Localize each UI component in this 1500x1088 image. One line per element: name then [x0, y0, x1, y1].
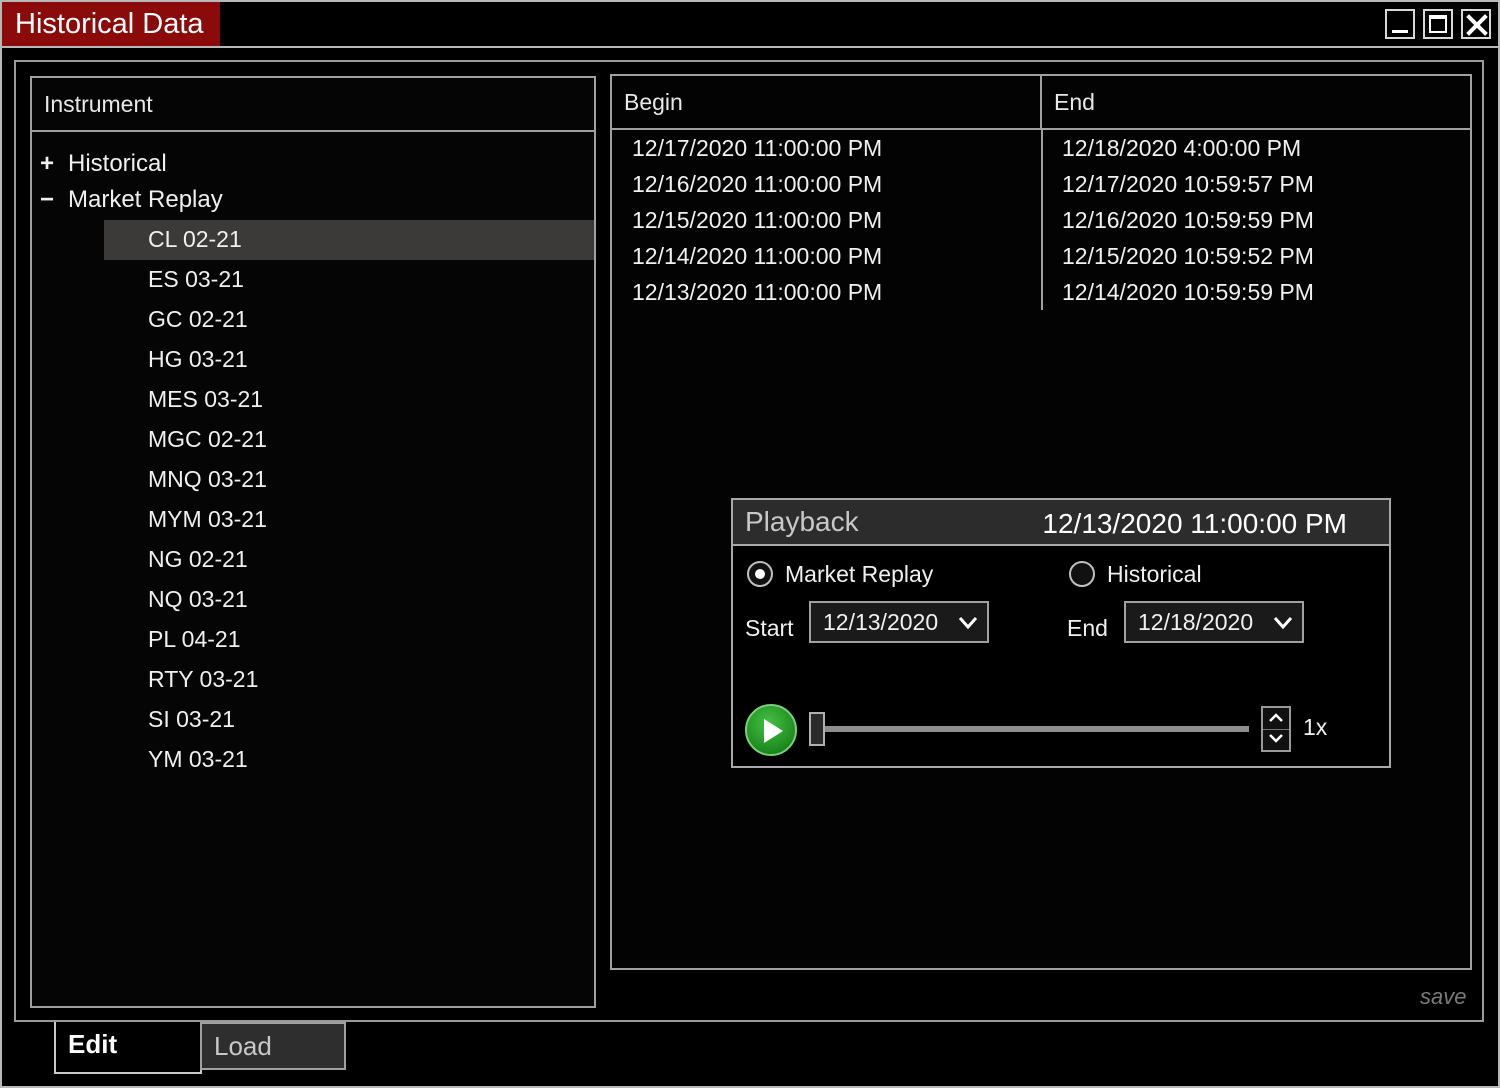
- close-button[interactable]: [1461, 9, 1491, 39]
- historical-label[interactable]: Historical: [1107, 560, 1202, 588]
- instrument-item-pl[interactable]: PL 04-21: [104, 620, 594, 660]
- instrument-item-rty[interactable]: RTY 03-21: [104, 660, 594, 700]
- cell-end: 12/16/2020 10:59:59 PM: [1062, 207, 1314, 233]
- tab-edit[interactable]: Edit: [54, 1022, 202, 1074]
- instrument-item-mnq[interactable]: MNQ 03-21: [104, 460, 594, 500]
- instrument-item-nq[interactable]: NQ 03-21: [104, 580, 594, 620]
- collapse-icon[interactable]: −: [40, 182, 68, 218]
- instrument-item-ym[interactable]: YM 03-21: [104, 740, 594, 780]
- instrument-item-ng[interactable]: NG 02-21: [104, 540, 594, 580]
- expand-icon[interactable]: +: [40, 146, 68, 182]
- start-date-value: 12/13/2020: [823, 609, 939, 635]
- cell-begin: 12/14/2020 11:00:00 PM: [632, 243, 883, 269]
- market-replay-label[interactable]: Market Replay: [785, 560, 933, 588]
- instrument-item-mym[interactable]: MYM 03-21: [104, 500, 594, 540]
- chevron-down-icon: [958, 617, 978, 630]
- tab-load[interactable]: Load: [200, 1022, 346, 1070]
- cell-end: 12/15/2020 10:59:52 PM: [1062, 243, 1314, 269]
- table-row[interactable]: 12/14/2020 11:00:00 PM 12/15/2020 10:59:…: [612, 238, 1470, 274]
- instrument-item-si[interactable]: SI 03-21: [104, 700, 594, 740]
- table-row[interactable]: 12/15/2020 11:00:00 PM 12/16/2020 10:59:…: [612, 202, 1470, 238]
- tree-node-label: Market Replay: [68, 186, 223, 213]
- instrument-item-hg[interactable]: HG 03-21: [104, 340, 594, 380]
- cell-begin: 12/16/2020 11:00:00 PM: [632, 171, 883, 197]
- window-title: Historical Data: [2, 2, 220, 46]
- play-button[interactable]: [745, 704, 797, 756]
- grid-header: Begin End: [612, 76, 1470, 130]
- cell-begin: 12/17/2020 11:00:00 PM: [632, 135, 883, 161]
- cell-begin: 12/15/2020 11:00:00 PM: [632, 207, 883, 233]
- maximize-button[interactable]: [1423, 9, 1453, 39]
- close-icon: [1466, 14, 1488, 36]
- playback-header: Playback 12/13/2020 11:00:00 PM: [733, 500, 1389, 546]
- instrument-item-mgc[interactable]: MGC 02-21: [104, 420, 594, 460]
- table-row[interactable]: 12/13/2020 11:00:00 PM 12/14/2020 10:59:…: [612, 274, 1470, 310]
- start-label: Start: [745, 615, 794, 641]
- cell-end: 12/18/2020 4:00:00 PM: [1062, 135, 1302, 161]
- tree-node-label: Historical: [68, 150, 167, 177]
- instrument-header[interactable]: Instrument: [32, 78, 594, 132]
- instrument-item-cl[interactable]: CL 02-21: [104, 220, 594, 260]
- cell-end: 12/14/2020 10:59:59 PM: [1062, 279, 1314, 305]
- instrument-item-es[interactable]: ES 03-21: [104, 260, 594, 300]
- playback-current-time: 12/13/2020 11:00:00 PM: [1042, 508, 1347, 539]
- cell-end: 12/17/2020 10:59:57 PM: [1062, 171, 1314, 197]
- minimize-button[interactable]: [1385, 9, 1415, 39]
- playback-slider-thumb[interactable]: [809, 712, 825, 746]
- arrow-up-icon: [1269, 713, 1283, 722]
- playback-panel: Playback 12/13/2020 11:00:00 PM Market R…: [731, 498, 1391, 768]
- play-icon: [764, 719, 783, 743]
- speed-down-button[interactable]: [1263, 729, 1289, 750]
- table-row[interactable]: 12/16/2020 11:00:00 PM 12/17/2020 10:59:…: [612, 166, 1470, 202]
- title-bar[interactable]: Historical Data: [2, 2, 1498, 48]
- speed-spinner[interactable]: [1261, 706, 1291, 752]
- market-replay-radio[interactable]: [747, 561, 773, 587]
- cell-begin: 12/13/2020 11:00:00 PM: [632, 279, 883, 305]
- end-date-picker[interactable]: 12/18/2020: [1124, 601, 1304, 643]
- end-label: End: [1067, 615, 1108, 641]
- column-header-end[interactable]: End: [1042, 76, 1470, 128]
- chevron-down-icon: [1273, 617, 1293, 630]
- speed-up-button[interactable]: [1263, 708, 1289, 730]
- arrow-down-icon: [1269, 734, 1283, 743]
- playback-slider-track[interactable]: [819, 726, 1249, 732]
- end-date-value: 12/18/2020: [1138, 609, 1254, 635]
- table-row[interactable]: 12/17/2020 11:00:00 PM 12/18/2020 4:00:0…: [612, 130, 1470, 166]
- playback-title: Playback: [745, 506, 859, 537]
- tree-node-market-replay[interactable]: − Market Replay: [40, 182, 223, 218]
- instrument-item-mes[interactable]: MES 03-21: [104, 380, 594, 420]
- start-date-picker[interactable]: 12/13/2020: [809, 601, 989, 643]
- instrument-item-gc[interactable]: GC 02-21: [104, 300, 594, 340]
- column-header-begin[interactable]: Begin: [612, 76, 1042, 128]
- speed-value: 1x: [1303, 714, 1328, 740]
- save-link[interactable]: save: [1420, 984, 1466, 1010]
- historical-radio[interactable]: [1069, 561, 1095, 587]
- tree-node-historical[interactable]: + Historical: [40, 146, 167, 182]
